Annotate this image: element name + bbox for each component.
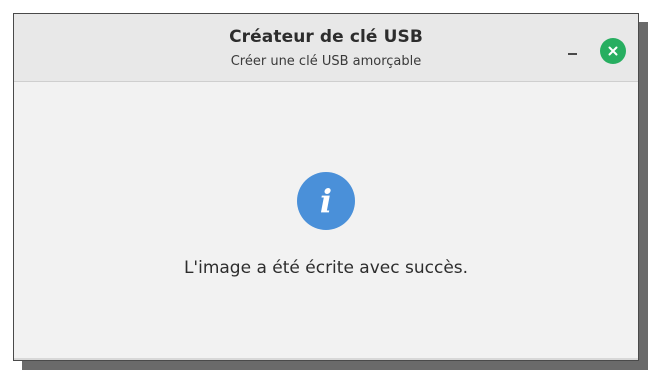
window-bottom-border xyxy=(14,358,638,360)
window-title: Créateur de clé USB xyxy=(229,27,423,47)
info-icon-glyph: i xyxy=(320,182,332,220)
minimize-button[interactable] xyxy=(560,40,584,64)
dialog-window: Créateur de clé USB Créer une clé USB am… xyxy=(13,13,639,361)
close-icon xyxy=(608,46,618,56)
window-subtitle: Créer une clé USB amorçable xyxy=(230,54,422,69)
titlebar[interactable]: Créateur de clé USB Créer une clé USB am… xyxy=(14,14,638,82)
minimize-icon xyxy=(567,53,577,55)
info-icon: i xyxy=(297,172,355,230)
close-button[interactable] xyxy=(600,38,626,64)
status-message: L'image a été écrite avec succès. xyxy=(183,258,469,278)
dialog-content: i L'image a été écrite avec succès. xyxy=(14,82,638,358)
